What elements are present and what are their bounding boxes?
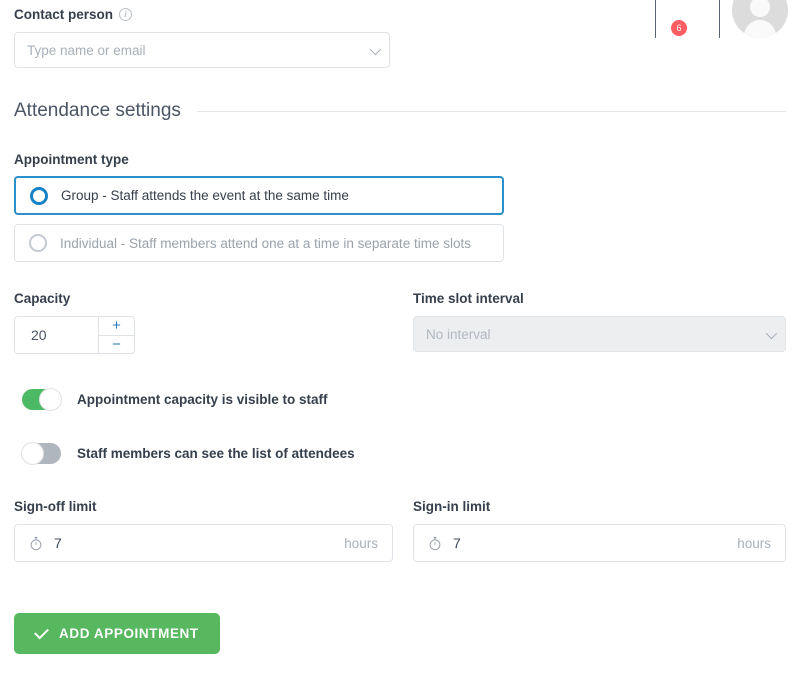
appointment-type-option-individual[interactable]: Individual - Staff members attend one at… [14,224,504,262]
radio-icon-individual [29,234,47,252]
capacity-label: Capacity [14,291,71,306]
appointment-type-option-group[interactable]: Group - Staff attends the event at the s… [14,176,504,215]
chevron-down-icon [765,327,778,340]
section-title: Attendance settings [14,100,181,121]
appointment-type-group: Appointment type Group - Staff attends t… [14,152,504,262]
sign-in-limit-field: Sign-in limit 7 hours [413,499,786,562]
sign-in-limit-unit: hours [737,535,771,551]
section-divider [196,110,786,112]
check-icon [34,624,49,639]
notification-badge: 6 [671,20,687,36]
appointment-type-option-group-label: Group - Staff attends the event at the s… [61,188,349,203]
stopwatch-icon [429,536,441,550]
attendees-list-toggle[interactable] [21,442,61,465]
time-slot-interval-field: Time slot interval No interval [413,291,786,352]
capacity-decrement-button[interactable]: − [99,336,134,354]
contact-person-placeholder: Type name or email [27,42,146,58]
contact-person-input[interactable]: Type name or email [14,32,390,68]
capacity-stepper-buttons: + − [98,317,134,353]
capacity-value[interactable]: 20 [15,317,98,353]
sign-off-limit-value[interactable]: 7 [54,535,333,551]
attendance-settings-heading: Attendance settings [14,100,786,122]
capacity-field: Capacity 20 + − [14,291,135,354]
time-slot-interval-select: No interval [413,316,786,352]
sign-in-limit-value[interactable]: 7 [453,535,726,551]
info-icon[interactable]: i [119,8,133,21]
stopwatch-icon [30,536,42,550]
time-slot-interval-value: No interval [426,326,491,342]
contact-person-label: Contact person [14,7,114,22]
capacity-visible-toggle-row[interactable]: Appointment capacity is visible to staff [22,388,328,411]
add-appointment-button[interactable]: ADD APPOINTMENT [14,613,220,654]
contact-person-field: Contact person i Type name or email [14,7,390,68]
time-slot-interval-label: Time slot interval [413,291,524,306]
toggle-knob [39,388,62,411]
toggle-knob [21,442,44,465]
appointment-type-option-individual-label: Individual - Staff members attend one at… [60,235,471,251]
add-appointment-label: ADD APPOINTMENT [59,626,199,641]
appointment-settings-page: 6 Contact person i Type name or email At… [0,0,800,675]
sign-off-limit-unit: hours [344,535,378,551]
capacity-stepper[interactable]: 20 + − [14,316,135,354]
sign-in-limit-input[interactable]: 7 hours [413,524,786,562]
attendees-list-toggle-row[interactable]: Staff members can see the list of attend… [21,442,355,465]
app-header-fragment: 6 [655,0,800,38]
capacity-visible-toggle-label: Appointment capacity is visible to staff [77,392,328,407]
capacity-visible-toggle[interactable] [22,388,62,411]
sign-off-limit-label: Sign-off limit [14,499,97,514]
attendees-list-toggle-label: Staff members can see the list of attend… [77,446,355,461]
account-menu-button[interactable] [720,0,800,38]
avatar [732,0,788,38]
avatar-body [744,20,776,38]
appointment-type-label: Appointment type [14,152,129,167]
sign-off-limit-field: Sign-off limit 7 hours [14,499,393,562]
radio-icon-group [30,186,48,205]
notifications-button[interactable]: 6 [656,0,719,38]
avatar-head [750,0,770,18]
sign-in-limit-label: Sign-in limit [413,499,491,514]
capacity-increment-button[interactable]: + [99,317,134,336]
contact-person-label-row: Contact person i [14,7,390,22]
chevron-down-icon [369,43,382,56]
sign-off-limit-input[interactable]: 7 hours [14,524,393,562]
